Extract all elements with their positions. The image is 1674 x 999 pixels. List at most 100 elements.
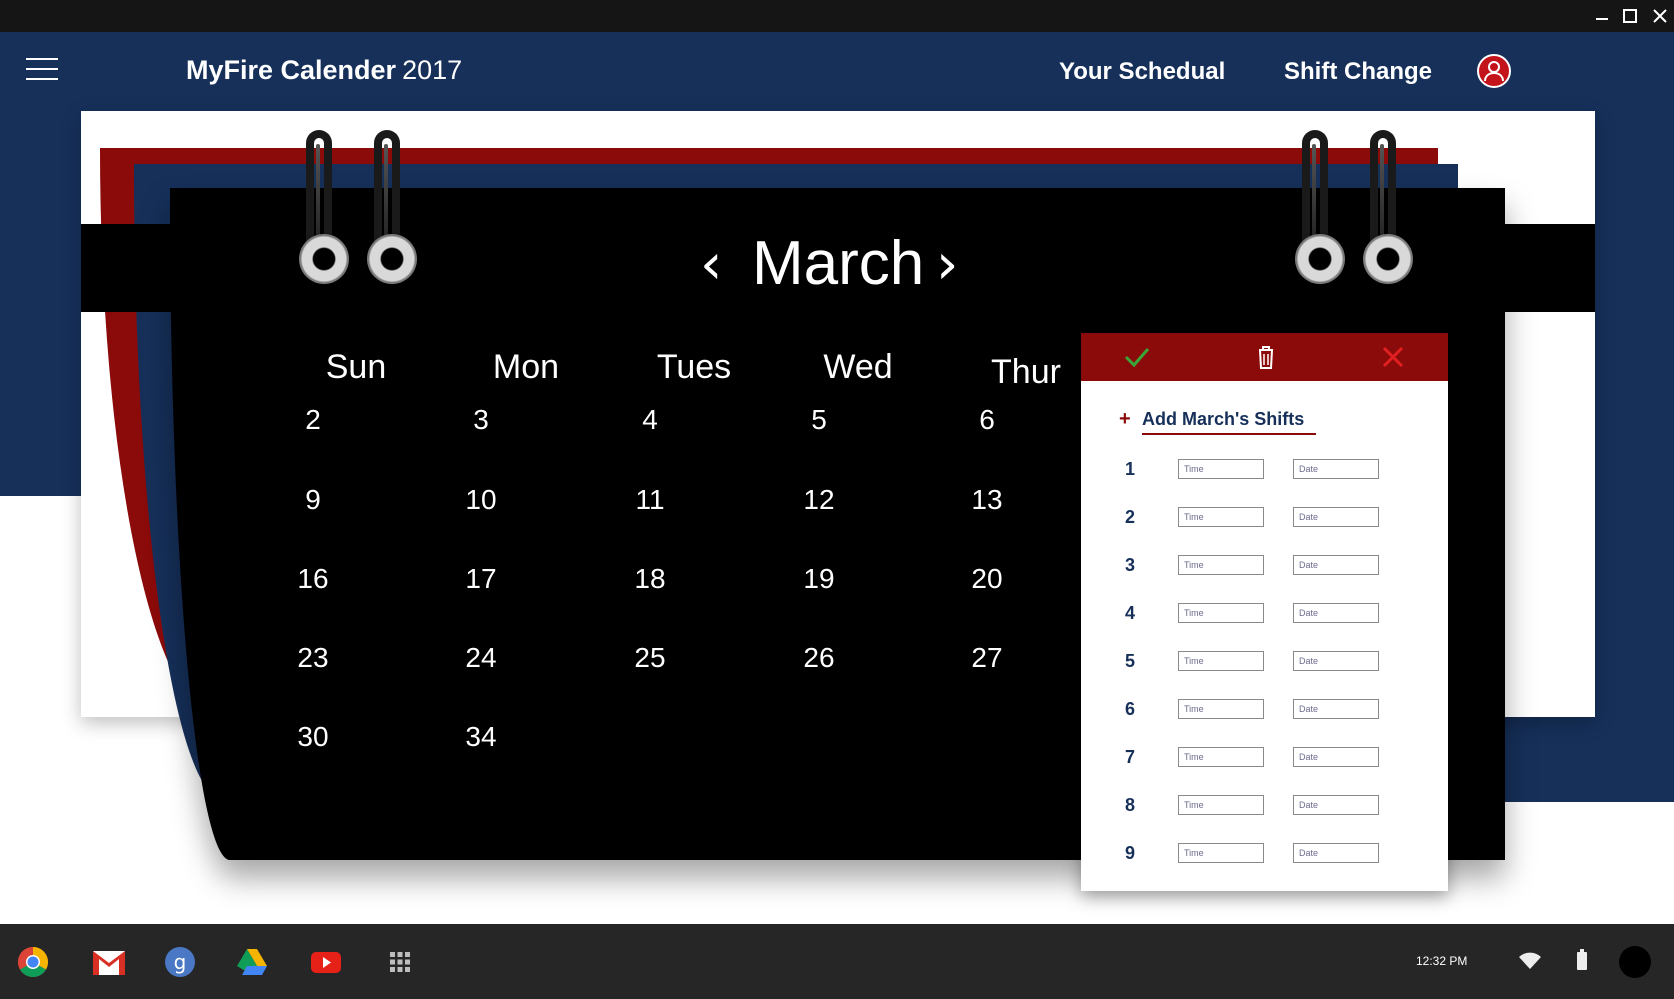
close-icon: [1653, 9, 1667, 23]
check-icon: [1124, 348, 1150, 368]
calendar-day[interactable]: 26: [779, 640, 859, 676]
ring-highlight: [1312, 144, 1316, 244]
shift-time-input[interactable]: [1178, 507, 1264, 527]
binder-ring-eye: [1295, 234, 1345, 284]
hamburger-line: [26, 78, 58, 80]
binder-ring-hook: [374, 130, 400, 250]
shift-date-input[interactable]: [1293, 747, 1379, 767]
ring-highlight: [384, 144, 388, 244]
binder-ring-eye: [367, 234, 417, 284]
shift-date-input[interactable]: [1293, 651, 1379, 671]
calendar-day[interactable]: 5: [779, 402, 859, 438]
calendar-day[interactable]: 13: [947, 482, 1027, 518]
binder-ring-hook: [1370, 130, 1396, 250]
chrome-icon[interactable]: [17, 946, 49, 978]
calendar-day[interactable]: 10: [441, 482, 521, 518]
binder-ring-hook: [1302, 130, 1328, 250]
shift-number: 3: [1125, 555, 1136, 575]
account-avatar[interactable]: [1619, 946, 1651, 978]
svg-text:g: g: [174, 950, 187, 974]
shift-number: 6: [1125, 699, 1136, 719]
calendar-day[interactable]: 16: [273, 561, 353, 597]
prev-month-button[interactable]: ‹: [700, 230, 722, 300]
calendar-day[interactable]: 20: [947, 561, 1027, 597]
weekday-tues: Tues: [656, 348, 732, 386]
wifi-icon[interactable]: [1518, 952, 1542, 975]
calendar-day[interactable]: 11: [610, 482, 690, 518]
minimize-button[interactable]: [1592, 6, 1612, 20]
shift-number: 7: [1125, 747, 1136, 767]
shift-number: 8: [1125, 795, 1136, 815]
battery-icon[interactable]: [1577, 949, 1587, 970]
calendar-day[interactable]: 3: [441, 402, 521, 438]
plus-icon: +: [1119, 408, 1131, 430]
user-icon: [1484, 61, 1504, 82]
app-header: MyFire Calender 2017 Your Schedual Shift …: [0, 32, 1674, 112]
close-panel-button[interactable]: [1377, 341, 1409, 373]
menu-button[interactable]: [26, 58, 58, 82]
shift-date-input[interactable]: [1293, 699, 1379, 719]
calendar-day[interactable]: 6: [947, 402, 1027, 438]
calendar-day[interactable]: 4: [610, 402, 690, 438]
confirm-button[interactable]: [1121, 341, 1153, 373]
shift-number: 2: [1125, 507, 1136, 527]
app-launcher-icon[interactable]: [384, 946, 416, 978]
add-shifts-label: Add March's Shifts: [1142, 405, 1317, 435]
calendar-day[interactable]: 25: [610, 640, 690, 676]
shift-time-input[interactable]: [1178, 843, 1264, 863]
shift-time-input[interactable]: [1178, 795, 1264, 815]
system-clock[interactable]: 12:32 PM: [1416, 952, 1467, 970]
shift-date-input[interactable]: [1293, 555, 1379, 575]
shift-time-input[interactable]: [1178, 459, 1264, 479]
nav-shift-change[interactable]: Shift Change: [1284, 56, 1432, 88]
background-navy-left: [0, 112, 81, 496]
nav-your-schedule[interactable]: Your Schedual: [1059, 56, 1225, 88]
weekday-wed: Wed: [823, 348, 893, 386]
shift-time-input[interactable]: [1178, 747, 1264, 767]
gmail-icon[interactable]: [92, 946, 125, 978]
shift-date-input[interactable]: [1293, 603, 1379, 623]
calendar-day[interactable]: 27: [947, 640, 1027, 676]
close-window-button[interactable]: [1650, 6, 1670, 28]
next-month-button[interactable]: ›: [936, 230, 958, 300]
shift-date-input[interactable]: [1293, 843, 1379, 863]
shift-time-input[interactable]: [1178, 699, 1264, 719]
binder-ring-eye: [299, 234, 349, 284]
trash-icon: [1259, 346, 1273, 369]
binder-ring-eye: [1363, 234, 1413, 284]
month-title: March: [752, 229, 925, 298]
panel-toolbar: [1081, 333, 1448, 381]
shift-date-input[interactable]: [1293, 507, 1379, 527]
shift-number: 5: [1125, 651, 1136, 671]
weekday-mon: Mon: [492, 348, 560, 386]
calendar-day[interactable]: 12: [779, 482, 859, 518]
binder-ring-hook: [306, 130, 332, 250]
shift-date-input[interactable]: [1293, 459, 1379, 479]
calendar-day[interactable]: 19: [779, 561, 859, 597]
calendar-day[interactable]: 23: [273, 640, 353, 676]
minimize-icon: [1596, 18, 1608, 20]
maximize-button[interactable]: [1620, 6, 1640, 23]
shift-number: 1: [1125, 459, 1136, 479]
drive-icon[interactable]: [236, 946, 268, 978]
calendar-day[interactable]: 17: [441, 561, 521, 597]
calendar-day[interactable]: 2: [273, 402, 353, 438]
profile-button[interactable]: [1477, 54, 1511, 88]
calendar-day[interactable]: 24: [441, 640, 521, 676]
calendar-day[interactable]: 9: [273, 482, 353, 518]
shift-time-input[interactable]: [1178, 651, 1264, 671]
shift-time-input[interactable]: [1178, 603, 1264, 623]
shift-date-input[interactable]: [1293, 795, 1379, 815]
delete-button[interactable]: [1250, 341, 1282, 373]
shift-time-input[interactable]: [1178, 555, 1264, 575]
window-title-bar: [0, 0, 1674, 32]
add-shifts-panel: + Add March's Shifts 1 2 3 4 5 6 7 8 9: [1081, 333, 1448, 891]
calendar-day[interactable]: 34: [441, 719, 521, 755]
shift-number: 4: [1125, 603, 1136, 623]
calendar-day[interactable]: 30: [273, 719, 353, 755]
google-plus-icon[interactable]: g: [164, 946, 196, 978]
app-title-year: 2017: [402, 55, 463, 85]
calendar-day[interactable]: 18: [610, 561, 690, 597]
month-header: ‹ March ›: [700, 222, 980, 302]
youtube-icon[interactable]: [310, 946, 342, 978]
